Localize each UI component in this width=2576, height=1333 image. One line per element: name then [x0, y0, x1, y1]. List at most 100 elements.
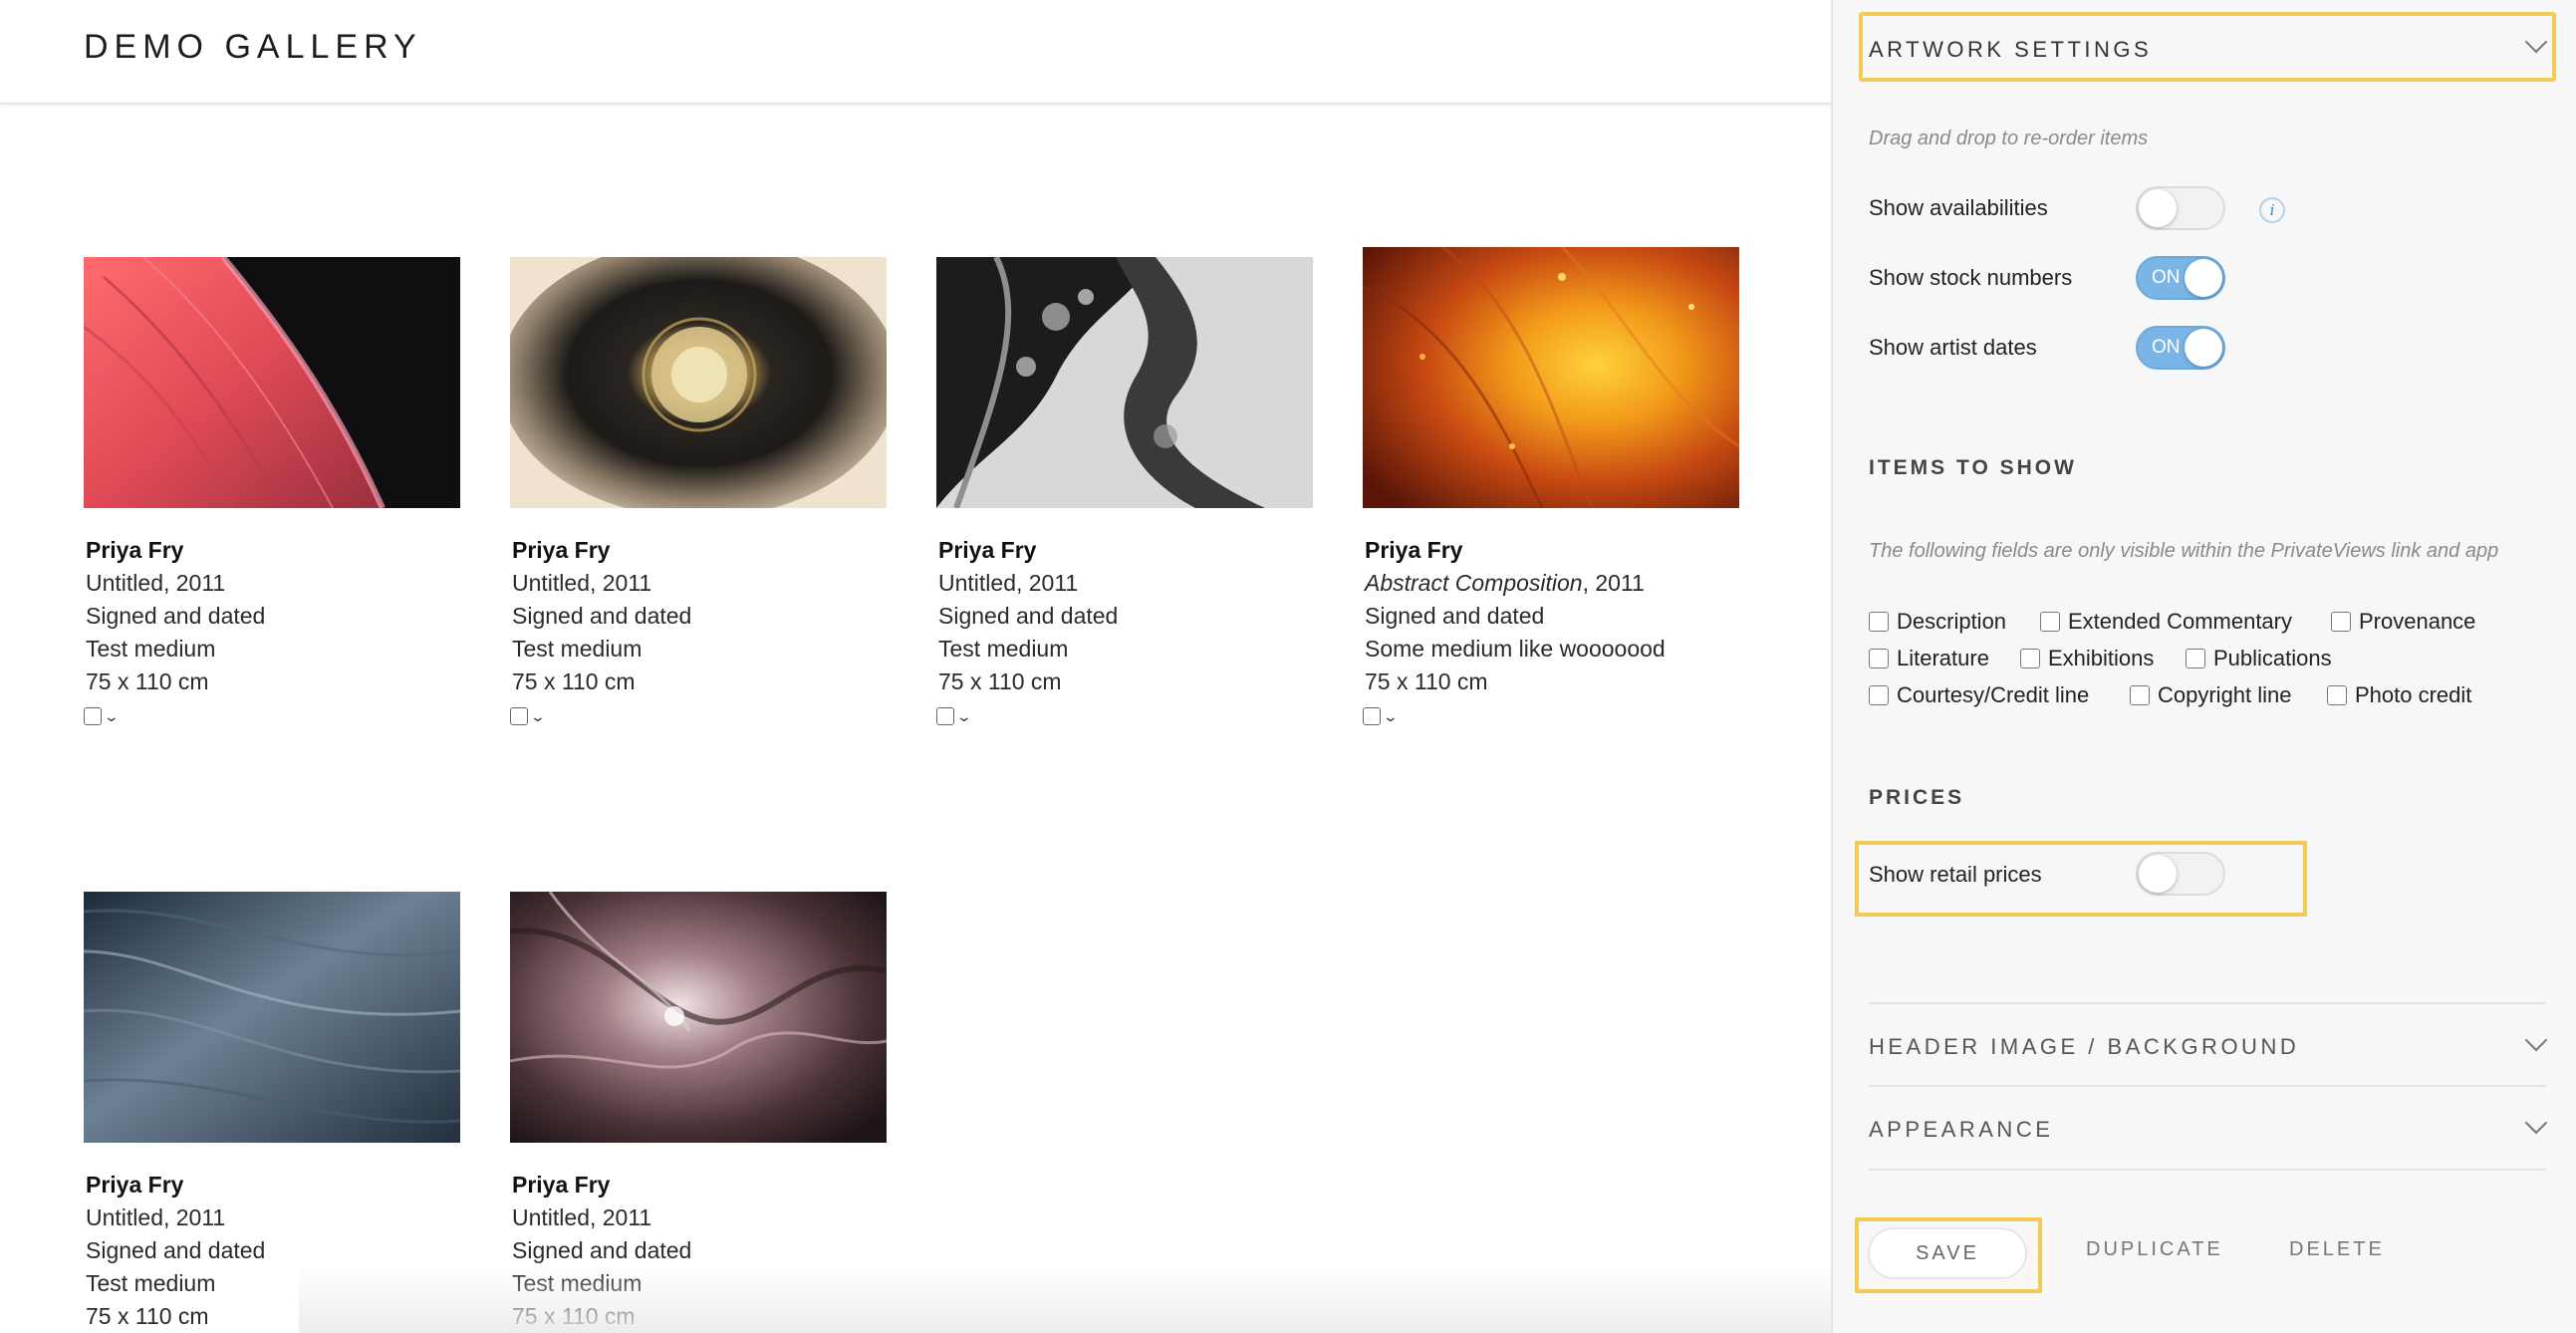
- artwork-artist: Priya Fry: [86, 1172, 184, 1198]
- gallery-header: DEMO GALLERY: [0, 0, 1831, 105]
- save-button[interactable]: SAVE: [1868, 1227, 2027, 1279]
- artwork-medium: Test medium: [86, 636, 216, 662]
- artwork-select[interactable]: ⌄: [510, 707, 546, 725]
- artwork-artist: Priya Fry: [86, 537, 184, 563]
- checkbox[interactable]: [2331, 612, 2351, 632]
- show-stock-numbers-label: Show stock numbers: [1869, 265, 2073, 290]
- artwork-title: Untitled, 2011: [86, 570, 226, 596]
- artwork-meta: Priya Fry Untitled, 2011 Signed and date…: [86, 534, 265, 698]
- artwork-meta: Priya Fry Untitled, 2011 Signed and date…: [938, 534, 1118, 698]
- artwork-title: Untitled, 2011: [86, 1204, 226, 1230]
- header-image-accordion[interactable]: HEADER IMAGE / BACKGROUND: [1869, 1034, 2299, 1060]
- gallery-title: DEMO GALLERY: [84, 28, 422, 66]
- chevron-down-icon[interactable]: ⌄: [104, 707, 120, 725]
- toggle-knob: [2185, 259, 2222, 297]
- artwork-checkbox[interactable]: [936, 707, 954, 725]
- show-availabilities-label: Show availabilities: [1869, 195, 2048, 220]
- chevron-down-icon[interactable]: ⌄: [956, 707, 972, 725]
- checkbox[interactable]: [1869, 612, 1889, 632]
- gallery-main: DEMO GALLERY Priya Fry Untitled, 2011 Si…: [0, 0, 1831, 1333]
- option-copyright-line[interactable]: Copyright line: [2130, 682, 2292, 708]
- reorder-hint: Drag and drop to re-order items: [1869, 128, 2149, 149]
- toggle-knob: [2139, 855, 2177, 893]
- artwork-size: 75 x 110 cm: [1365, 668, 1488, 694]
- toggle-on-text: ON: [2152, 337, 2181, 358]
- info-icon[interactable]: i: [2259, 197, 2285, 223]
- show-artist-dates-toggle[interactable]: ON: [2136, 326, 2225, 370]
- divider: [1869, 1002, 2546, 1004]
- artwork-select[interactable]: ⌄: [936, 707, 972, 725]
- artwork-title: Untitled, 2011: [938, 570, 1079, 596]
- artwork-size: 75 x 110 cm: [86, 1303, 209, 1329]
- artwork-meta: Priya Fry Untitled, 2011 Signed and date…: [512, 534, 691, 698]
- artwork-medium: Test medium: [512, 1270, 643, 1296]
- artwork-size: 75 x 110 cm: [512, 1303, 636, 1329]
- artwork-meta: Priya Fry Untitled, 2011 Signed and date…: [512, 1169, 691, 1333]
- artwork-select[interactable]: ⌄: [84, 707, 120, 725]
- artwork-medium: Some medium like wooooood: [1365, 636, 1666, 662]
- duplicate-button[interactable]: DUPLICATE: [2086, 1238, 2223, 1261]
- chevron-down-icon[interactable]: ⌄: [1383, 707, 1399, 725]
- artwork-image[interactable]: [510, 257, 887, 508]
- chevron-down-icon[interactable]: ⌄: [530, 707, 546, 725]
- artwork-artist: Priya Fry: [1365, 537, 1463, 563]
- artwork-signed: Signed and dated: [86, 603, 266, 629]
- artwork-image[interactable]: [510, 892, 887, 1143]
- show-retail-prices-toggle[interactable]: [2136, 852, 2225, 896]
- show-stock-numbers-toggle[interactable]: ON: [2136, 256, 2225, 300]
- toggle-on-text: ON: [2152, 267, 2181, 288]
- checkbox[interactable]: [2040, 612, 2060, 632]
- checkbox[interactable]: [1869, 649, 1889, 668]
- option-photo-credit[interactable]: Photo credit: [2327, 682, 2471, 708]
- option-literature[interactable]: Literature: [1869, 646, 1989, 671]
- option-courtesy-credit-line[interactable]: Courtesy/Credit line: [1869, 682, 2089, 708]
- artwork-medium: Test medium: [512, 636, 643, 662]
- appearance-accordion[interactable]: APPEARANCE: [1869, 1117, 2053, 1143]
- items-to-show-hint: The following fields are only visible wi…: [1869, 540, 2499, 562]
- artwork-checkbox[interactable]: [1363, 707, 1381, 725]
- artwork-meta: Priya Fry Untitled, 2011 Signed and date…: [86, 1169, 265, 1333]
- divider: [1869, 1169, 2546, 1171]
- show-availabilities-toggle[interactable]: [2136, 186, 2225, 230]
- artwork-image[interactable]: [84, 257, 460, 508]
- option-exhibitions[interactable]: Exhibitions: [2020, 646, 2154, 671]
- artwork-signed: Signed and dated: [86, 1237, 266, 1263]
- checkbox[interactable]: [2020, 649, 2040, 668]
- artwork-title: Untitled, 2011: [512, 570, 652, 596]
- checkbox[interactable]: [2130, 685, 2150, 705]
- toggle-knob: [2185, 329, 2222, 367]
- artwork-image[interactable]: [1363, 247, 1739, 508]
- artwork-title: Untitled, 2011: [512, 1204, 652, 1230]
- option-publications[interactable]: Publications: [2186, 646, 2332, 671]
- artwork-signed: Signed and dated: [938, 603, 1119, 629]
- option-extended-commentary[interactable]: Extended Commentary: [2040, 609, 2292, 635]
- artwork-settings-title: ARTWORK SETTINGS: [1869, 37, 2153, 62]
- checkbox[interactable]: [2327, 685, 2347, 705]
- artwork-artist: Priya Fry: [938, 537, 1037, 563]
- show-retail-prices-label: Show retail prices: [1869, 862, 2042, 887]
- artwork-medium: Test medium: [86, 1270, 216, 1296]
- artwork-select[interactable]: ⌄: [1363, 707, 1399, 725]
- artwork-medium: Test medium: [938, 636, 1069, 662]
- option-description[interactable]: Description: [1869, 609, 2006, 635]
- divider: [1869, 1085, 2546, 1087]
- artwork-size: 75 x 110 cm: [512, 668, 636, 694]
- items-to-show-title: ITEMS TO SHOW: [1869, 456, 2077, 479]
- checkbox[interactable]: [2186, 649, 2205, 668]
- artwork-checkbox[interactable]: [84, 707, 102, 725]
- artwork-signed: Signed and dated: [512, 1237, 692, 1263]
- artwork-size: 75 x 110 cm: [938, 668, 1062, 694]
- toggle-knob: [2139, 189, 2177, 227]
- option-provenance[interactable]: Provenance: [2331, 609, 2475, 635]
- artwork-signed: Signed and dated: [512, 603, 692, 629]
- artwork-meta: Priya Fry Abstract Composition, 2011 Sig…: [1365, 534, 1666, 698]
- artwork-checkbox[interactable]: [510, 707, 528, 725]
- delete-button[interactable]: DELETE: [2289, 1238, 2385, 1261]
- artwork-image[interactable]: [84, 892, 460, 1143]
- artwork-image[interactable]: [936, 257, 1313, 508]
- artwork-title: Abstract Composition, 2011: [1365, 570, 1645, 596]
- artwork-signed: Signed and dated: [1365, 603, 1545, 629]
- checkbox[interactable]: [1869, 685, 1889, 705]
- show-artist-dates-label: Show artist dates: [1869, 335, 2037, 360]
- artwork-artist: Priya Fry: [512, 537, 611, 563]
